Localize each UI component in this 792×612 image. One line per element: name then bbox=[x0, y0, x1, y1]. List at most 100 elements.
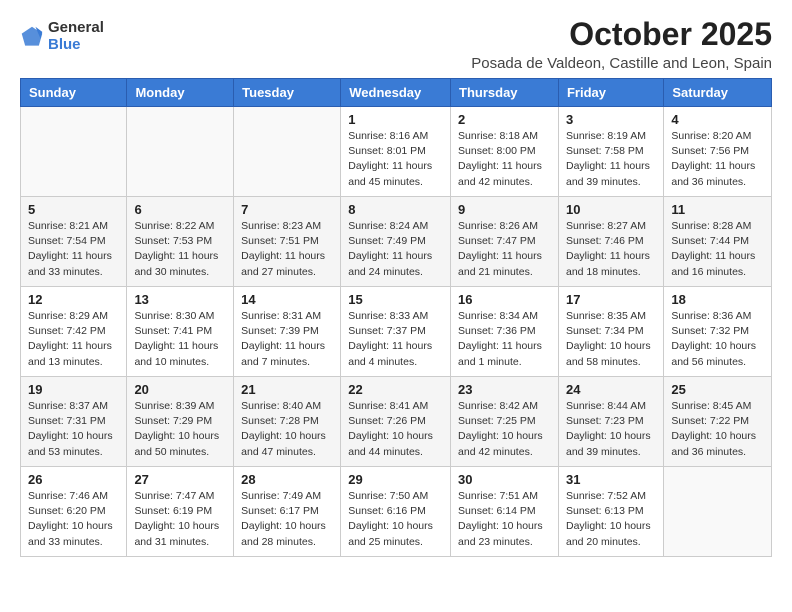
weekday-wednesday: Wednesday bbox=[341, 79, 451, 107]
calendar-cell: 11Sunrise: 8:28 AM Sunset: 7:44 PM Dayli… bbox=[664, 197, 772, 287]
day-info: Sunrise: 7:51 AM Sunset: 6:14 PM Dayligh… bbox=[458, 489, 551, 550]
day-number: 25 bbox=[671, 382, 764, 397]
calendar-cell: 26Sunrise: 7:46 AM Sunset: 6:20 PM Dayli… bbox=[21, 467, 127, 557]
day-number: 22 bbox=[348, 382, 443, 397]
calendar-cell: 19 Sunrise: 8:37 AM Sunset: 7:31 PM Dayli… bbox=[21, 377, 127, 467]
weekday-header-row: SundayMondayTuesdayWednesdayThursdayFrid… bbox=[21, 79, 772, 107]
calendar-week-3: 12 Sunrise: 8:29 AM Sunset: 7:42 PM Dayli… bbox=[21, 287, 772, 377]
day-info: Sunrise: 8:23 AM Sunset: 7:51 PM Dayligh… bbox=[241, 219, 333, 280]
calendar-cell bbox=[664, 467, 772, 557]
weekday-friday: Friday bbox=[558, 79, 663, 107]
day-number: 30 bbox=[458, 472, 551, 487]
calendar-cell: 25 Sunrise: 8:45 AM Sunset: 7:22 PM Dayli… bbox=[664, 377, 772, 467]
day-info: Sunrise: 8:44 AM Sunset: 7:23 PM Dayligh… bbox=[566, 399, 656, 460]
day-number: 6 bbox=[134, 202, 226, 217]
day-info: Sunrise: 8:37 AM Sunset: 7:31 PM Dayligh… bbox=[28, 399, 119, 460]
day-info: Sunrise: 8:31 AM Sunset: 7:39 PM Dayligh… bbox=[241, 309, 333, 370]
day-info: Sunrise: 8:18 AM Sunset: 8:00 PM Dayligh… bbox=[458, 129, 551, 190]
calendar-cell: 6 Sunrise: 8:22 AM Sunset: 7:53 PM Daylig… bbox=[127, 197, 234, 287]
calendar-week-2: 5Sunrise: 8:21 AM Sunset: 7:54 PM Daylig… bbox=[21, 197, 772, 287]
page-header: General Blue October 2025 Posada de Vald… bbox=[20, 16, 772, 72]
day-number: 18 bbox=[671, 292, 764, 307]
calendar-cell: 29Sunrise: 7:50 AM Sunset: 6:16 PM Dayli… bbox=[341, 467, 451, 557]
calendar-cell: 4 Sunrise: 8:20 AM Sunset: 7:56 PM Daylig… bbox=[664, 107, 772, 197]
day-info: Sunrise: 8:29 AM Sunset: 7:42 PM Dayligh… bbox=[28, 309, 119, 370]
calendar-cell bbox=[127, 107, 234, 197]
page-subtitle: Posada de Valdeon, Castille and Leon, Sp… bbox=[471, 55, 772, 72]
calendar-cell: 31 Sunrise: 7:52 AM Sunset: 6:13 PM Dayli… bbox=[558, 467, 663, 557]
day-number: 13 bbox=[134, 292, 226, 307]
logo-general-text: General bbox=[48, 20, 104, 37]
day-info: Sunrise: 8:36 AM Sunset: 7:32 PM Dayligh… bbox=[671, 309, 764, 370]
day-number: 28 bbox=[241, 472, 333, 487]
calendar-cell: 16Sunrise: 8:34 AM Sunset: 7:36 PM Dayli… bbox=[451, 287, 559, 377]
calendar-cell: 14 Sunrise: 8:31 AM Sunset: 7:39 PM Dayli… bbox=[234, 287, 341, 377]
calendar-cell: 21Sunrise: 8:40 AM Sunset: 7:28 PM Dayli… bbox=[234, 377, 341, 467]
day-number: 17 bbox=[566, 292, 656, 307]
calendar-week-4: 19 Sunrise: 8:37 AM Sunset: 7:31 PM Dayli… bbox=[21, 377, 772, 467]
day-info: Sunrise: 8:34 AM Sunset: 7:36 PM Dayligh… bbox=[458, 309, 551, 370]
day-number: 4 bbox=[671, 112, 764, 127]
calendar-cell: 20Sunrise: 8:39 AM Sunset: 7:29 PM Dayli… bbox=[127, 377, 234, 467]
weekday-monday: Monday bbox=[127, 79, 234, 107]
day-info: Sunrise: 8:42 AM Sunset: 7:25 PM Dayligh… bbox=[458, 399, 551, 460]
weekday-sunday: Sunday bbox=[21, 79, 127, 107]
day-info: Sunrise: 8:41 AM Sunset: 7:26 PM Dayligh… bbox=[348, 399, 443, 460]
calendar-cell: 3 Sunrise: 8:19 AM Sunset: 7:58 PM Daylig… bbox=[558, 107, 663, 197]
calendar-cell: 1 Sunrise: 8:16 AM Sunset: 8:01 PM Daylig… bbox=[341, 107, 451, 197]
day-info: Sunrise: 8:24 AM Sunset: 7:49 PM Dayligh… bbox=[348, 219, 443, 280]
day-info: Sunrise: 8:19 AM Sunset: 7:58 PM Dayligh… bbox=[566, 129, 656, 190]
calendar-cell: 2 Sunrise: 8:18 AM Sunset: 8:00 PM Daylig… bbox=[451, 107, 559, 197]
day-number: 29 bbox=[348, 472, 443, 487]
calendar-cell: 7 Sunrise: 8:23 AM Sunset: 7:51 PM Daylig… bbox=[234, 197, 341, 287]
calendar-cell bbox=[234, 107, 341, 197]
day-number: 14 bbox=[241, 292, 333, 307]
day-info: Sunrise: 7:47 AM Sunset: 6:19 PM Dayligh… bbox=[134, 489, 226, 550]
calendar-cell: 10Sunrise: 8:27 AM Sunset: 7:46 PM Dayli… bbox=[558, 197, 663, 287]
calendar-cell: 28 Sunrise: 7:49 AM Sunset: 6:17 PM Dayli… bbox=[234, 467, 341, 557]
day-number: 19 bbox=[28, 382, 119, 397]
day-info: Sunrise: 8:22 AM Sunset: 7:53 PM Dayligh… bbox=[134, 219, 226, 280]
day-number: 21 bbox=[241, 382, 333, 397]
day-info: Sunrise: 8:30 AM Sunset: 7:41 PM Dayligh… bbox=[134, 309, 226, 370]
day-number: 10 bbox=[566, 202, 656, 217]
calendar-cell: 12 Sunrise: 8:29 AM Sunset: 7:42 PM Dayli… bbox=[21, 287, 127, 377]
weekday-saturday: Saturday bbox=[664, 79, 772, 107]
day-info: Sunrise: 7:49 AM Sunset: 6:17 PM Dayligh… bbox=[241, 489, 333, 550]
logo-blue-text: Blue bbox=[48, 37, 104, 54]
logo: General Blue bbox=[20, 20, 104, 53]
day-number: 1 bbox=[348, 112, 443, 127]
calendar-cell: 18 Sunrise: 8:36 AM Sunset: 7:32 PM Dayli… bbox=[664, 287, 772, 377]
page-title: October 2025 bbox=[471, 16, 772, 53]
day-info: Sunrise: 8:33 AM Sunset: 7:37 PM Dayligh… bbox=[348, 309, 443, 370]
day-number: 24 bbox=[566, 382, 656, 397]
calendar-table: SundayMondayTuesdayWednesdayThursdayFrid… bbox=[20, 78, 772, 557]
day-number: 2 bbox=[458, 112, 551, 127]
day-info: Sunrise: 7:46 AM Sunset: 6:20 PM Dayligh… bbox=[28, 489, 119, 550]
calendar-cell: 30 Sunrise: 7:51 AM Sunset: 6:14 PM Dayli… bbox=[451, 467, 559, 557]
day-number: 3 bbox=[566, 112, 656, 127]
day-number: 12 bbox=[28, 292, 119, 307]
day-number: 5 bbox=[28, 202, 119, 217]
day-number: 15 bbox=[348, 292, 443, 307]
day-info: Sunrise: 8:26 AM Sunset: 7:47 PM Dayligh… bbox=[458, 219, 551, 280]
day-info: Sunrise: 8:20 AM Sunset: 7:56 PM Dayligh… bbox=[671, 129, 764, 190]
calendar-cell: 27Sunrise: 7:47 AM Sunset: 6:19 PM Dayli… bbox=[127, 467, 234, 557]
calendar-cell: 8Sunrise: 8:24 AM Sunset: 7:49 PM Daylig… bbox=[341, 197, 451, 287]
day-info: Sunrise: 7:52 AM Sunset: 6:13 PM Dayligh… bbox=[566, 489, 656, 550]
day-number: 31 bbox=[566, 472, 656, 487]
calendar-cell: 22 Sunrise: 8:41 AM Sunset: 7:26 PM Dayli… bbox=[341, 377, 451, 467]
calendar-body: 1 Sunrise: 8:16 AM Sunset: 8:01 PM Daylig… bbox=[21, 107, 772, 557]
logo-text: General Blue bbox=[48, 20, 104, 53]
weekday-tuesday: Tuesday bbox=[234, 79, 341, 107]
day-info: Sunrise: 8:16 AM Sunset: 8:01 PM Dayligh… bbox=[348, 129, 443, 190]
calendar-cell: 5Sunrise: 8:21 AM Sunset: 7:54 PM Daylig… bbox=[21, 197, 127, 287]
weekday-thursday: Thursday bbox=[451, 79, 559, 107]
calendar-cell bbox=[21, 107, 127, 197]
calendar-cell: 13 Sunrise: 8:30 AM Sunset: 7:41 PM Dayli… bbox=[127, 287, 234, 377]
day-info: Sunrise: 8:45 AM Sunset: 7:22 PM Dayligh… bbox=[671, 399, 764, 460]
day-number: 7 bbox=[241, 202, 333, 217]
day-number: 9 bbox=[458, 202, 551, 217]
day-info: Sunrise: 8:39 AM Sunset: 7:29 PM Dayligh… bbox=[134, 399, 226, 460]
calendar-week-5: 26Sunrise: 7:46 AM Sunset: 6:20 PM Dayli… bbox=[21, 467, 772, 557]
